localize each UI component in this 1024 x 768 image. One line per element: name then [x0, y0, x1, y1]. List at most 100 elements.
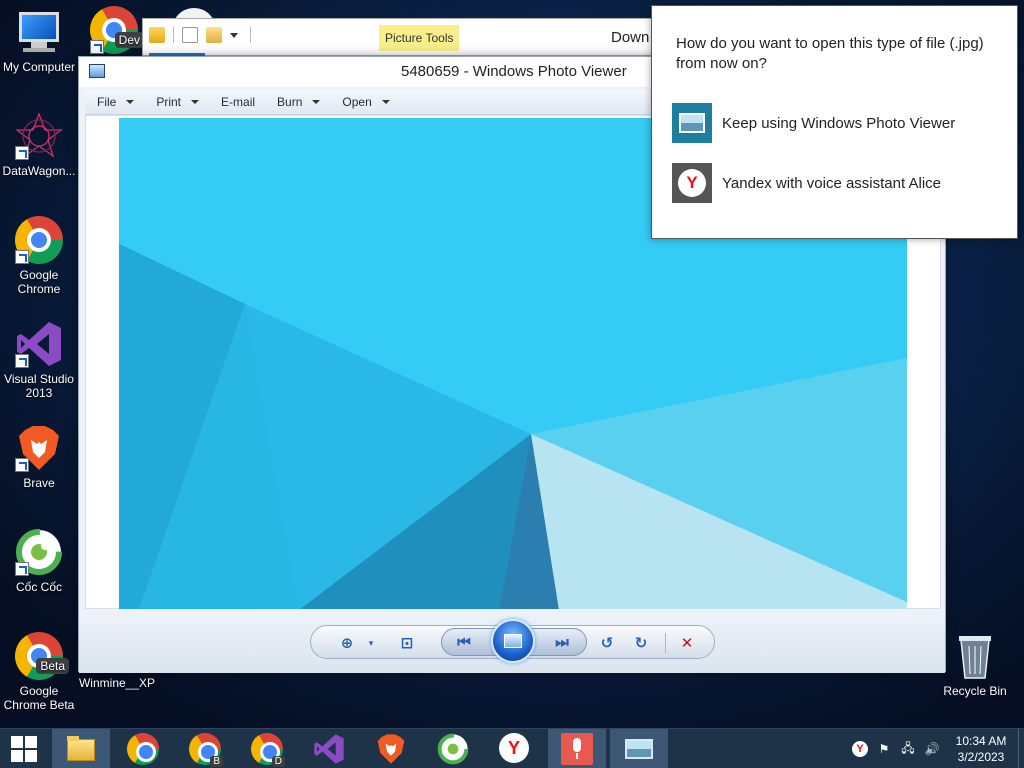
desktop-icon-label: DataWagon...: [2, 164, 76, 178]
menu-open[interactable]: Open: [330, 89, 399, 115]
beta-badge: Beta: [36, 658, 69, 674]
shortcut-arrow-icon: [15, 562, 29, 576]
menu-print[interactable]: Print: [144, 89, 209, 115]
yandex-icon: Y: [499, 733, 531, 765]
start-button[interactable]: [0, 729, 48, 768]
taskbar-photo-viewer[interactable]: [610, 729, 668, 768]
actual-size-icon[interactable]: ⊡: [395, 633, 419, 653]
taskbar-chrome[interactable]: [114, 729, 172, 768]
photo-viewer-icon: [672, 103, 712, 143]
network-icon[interactable]: 🖧: [896, 729, 920, 768]
yandex-icon: Y: [672, 163, 712, 203]
dev-badge: Dev: [114, 32, 144, 48]
clock-date: 3/2/2023: [957, 750, 1005, 764]
option-keep-photo-viewer[interactable]: Keep using Windows Photo Viewer: [672, 102, 1002, 144]
desktop-icon-label: Google Chrome Beta: [3, 684, 75, 712]
volume-icon[interactable]: 🔊: [920, 729, 944, 768]
menu-burn[interactable]: Burn: [265, 89, 330, 115]
slideshow-icon: [504, 634, 522, 648]
chrome-icon: [127, 733, 159, 765]
desktop-icon-brave[interactable]: Brave: [0, 424, 78, 490]
shortcut-arrow-icon: [15, 250, 29, 264]
desktop-icon-recycle-bin[interactable]: Recycle Bin: [936, 632, 1014, 698]
open-with-dialog: How do you want to open this type of fil…: [651, 5, 1018, 239]
previous-icon[interactable]: ⏮: [452, 632, 476, 652]
quick-access-toolbar: [149, 27, 251, 43]
desktop: My Computer DataWagon... Google Chrome V…: [0, 0, 1024, 728]
new-folder-icon[interactable]: [206, 27, 222, 43]
desktop-icon-chrome-dev[interactable]: Dev: [90, 6, 144, 54]
flag-icon[interactable]: ⚑: [872, 729, 896, 768]
desktop-icon-datawagon[interactable]: DataWagon...: [0, 112, 78, 178]
option-label: Keep using Windows Photo Viewer: [722, 114, 956, 132]
taskbar: B D Y Y ⚑ 🖧 🔊 10:34 AM 3/2/2023: [0, 728, 1024, 768]
desktop-icon-my-computer[interactable]: My Computer: [0, 8, 78, 74]
divider: [665, 633, 666, 653]
shortcut-arrow-icon: [90, 40, 104, 54]
shortcut-arrow-icon: [15, 458, 29, 472]
taskbar-coccoc[interactable]: [424, 729, 482, 768]
menu-label: E-mail: [221, 94, 256, 109]
divider: [173, 27, 174, 43]
visual-studio-icon: [15, 320, 63, 368]
taskbar-voice-assistant[interactable]: [548, 729, 606, 768]
zoom-icon[interactable]: ⊕: [335, 633, 359, 653]
taskbar-yandex[interactable]: Y: [486, 729, 544, 768]
delete-icon[interactable]: ✕: [675, 633, 699, 653]
new-document-icon[interactable]: [182, 27, 198, 43]
desktop-icon-label: Winmine__XP: [78, 676, 156, 690]
option-label: Yandex with voice assistant Alice: [722, 174, 942, 192]
open-with-question: How do you want to open this type of fil…: [676, 35, 984, 72]
window-title: 5480659 - Windows Photo Viewer: [401, 63, 627, 80]
menu-email[interactable]: E-mail: [209, 89, 265, 115]
badge: B: [210, 756, 223, 767]
chrome-dev-icon: D: [251, 733, 285, 767]
control-bar: ⊕ ▾ ⊡ ⏮ ⏭ ↺ ↻ ✕: [310, 619, 715, 663]
taskbar-chrome-beta[interactable]: B: [176, 729, 234, 768]
photo-viewer-icon: [623, 733, 655, 765]
next-icon[interactable]: ⏭: [550, 632, 574, 652]
picture-tools-tab[interactable]: Picture Tools: [379, 25, 460, 51]
option-yandex[interactable]: Y Yandex with voice assistant Alice: [672, 162, 1002, 204]
clock-time: 10:34 AM: [955, 734, 1007, 748]
taskbar-chrome-dev[interactable]: D: [238, 729, 296, 768]
menu-label: File: [97, 94, 117, 109]
properties-icon[interactable]: [149, 27, 165, 43]
desktop-icon-label: Cốc Cốc: [15, 580, 62, 594]
brave-icon: [375, 733, 407, 765]
desktop-icon-label: Google Chrome: [17, 268, 61, 296]
photo-viewer-icon: [89, 64, 105, 78]
chevron-down-icon: [126, 99, 135, 104]
rotate-counterclockwise-icon[interactable]: ↺: [595, 633, 619, 653]
desktop-icon-visual-studio[interactable]: Visual Studio 2013: [0, 320, 78, 400]
desktop-icon-coccoc[interactable]: Cốc Cốc: [0, 528, 78, 594]
chrome-beta-icon: B: [189, 733, 223, 767]
desktop-icon-chrome-beta[interactable]: Beta Google Chrome Beta: [0, 632, 78, 712]
chevron-down-icon[interactable]: ▾: [359, 633, 383, 653]
chevron-down-icon: [312, 99, 321, 104]
yandex-tray-icon[interactable]: Y: [848, 729, 872, 768]
chrome-icon: [15, 216, 63, 264]
desktop-icon-google-chrome[interactable]: Google Chrome: [0, 216, 78, 296]
coccoc-icon: [437, 733, 469, 765]
taskbar-brave[interactable]: [362, 729, 420, 768]
clock[interactable]: 10:34 AM 3/2/2023: [944, 733, 1018, 765]
slideshow-button[interactable]: [491, 619, 535, 663]
chevron-down-icon[interactable]: [230, 32, 238, 38]
menu-file[interactable]: File: [85, 89, 144, 115]
taskbar-file-explorer[interactable]: [52, 729, 110, 768]
system-tray: Y ⚑ 🖧 🔊 10:34 AM 3/2/2023: [848, 729, 1024, 768]
folder-icon: [65, 733, 97, 765]
datawagon-icon: [15, 112, 63, 160]
desktop-icon-winmine[interactable]: Winmine__XP: [78, 676, 156, 690]
shortcut-arrow-icon: [15, 354, 29, 368]
show-desktop-button[interactable]: [1018, 729, 1024, 768]
taskbar-visual-studio[interactable]: [300, 729, 358, 768]
badge: D: [271, 756, 285, 767]
coccoc-icon: [15, 528, 63, 576]
rotate-clockwise-icon[interactable]: ↻: [629, 633, 653, 653]
menu-label: Print: [156, 94, 182, 109]
chevron-down-icon: [191, 99, 200, 104]
chrome-dev-icon: Dev: [90, 6, 144, 54]
menu-label: Open: [342, 94, 372, 109]
